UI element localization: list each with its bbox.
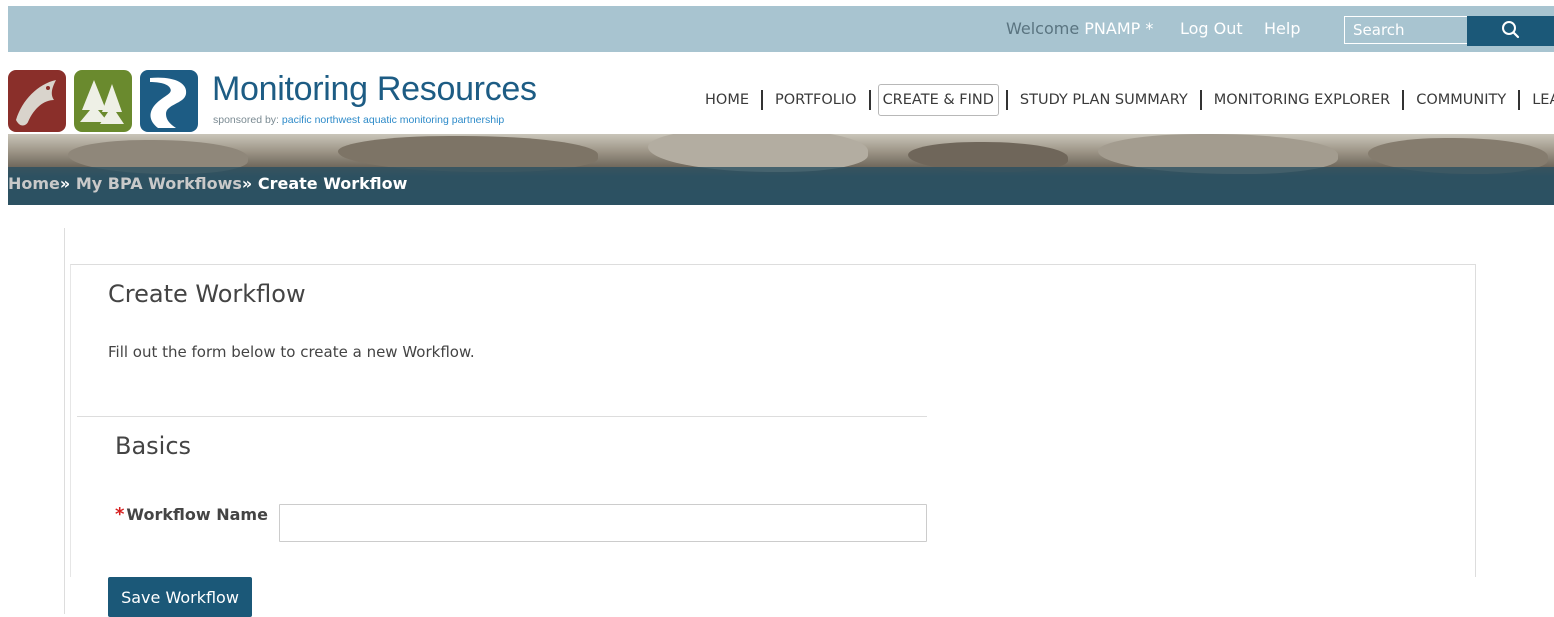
page-intro: Fill out the form below to create a new …: [108, 343, 475, 361]
nav-portfolio[interactable]: PORTFOLIO: [770, 84, 862, 116]
nav-study-plan-summary[interactable]: STUDY PLAN SUMMARY: [1015, 84, 1193, 116]
nav-separator: [1402, 90, 1405, 110]
search-icon: [1502, 21, 1520, 39]
nav-separator: [761, 90, 763, 110]
logout-link[interactable]: Log Out: [1180, 19, 1243, 38]
search-button[interactable]: [1467, 16, 1554, 46]
breadcrumb-home-link[interactable]: Home: [8, 174, 60, 193]
nav-community[interactable]: COMMUNITY: [1411, 84, 1511, 116]
section-divider: [77, 416, 927, 417]
hero-banner: [8, 134, 1554, 205]
nav-separator: [868, 90, 871, 110]
workflow-name-label-text: Workflow Name: [126, 505, 268, 524]
nav-learn[interactable]: LEAR: [1527, 84, 1554, 116]
main-nav: HOME PORTFOLIO CREATE & FIND STUDY PLAN …: [700, 84, 1554, 120]
breadcrumb-workflows-link[interactable]: My BPA Workflows: [76, 174, 242, 193]
nav-separator: [1518, 90, 1521, 110]
sponsor-org-link[interactable]: pacific northwest aquatic monitoring par…: [282, 114, 504, 126]
search-input[interactable]: [1344, 16, 1468, 44]
top-utility-bar: Welcome PNAMP * Log Out Help: [8, 6, 1554, 52]
breadcrumb: Home» My BPA Workflows» Create Workflow: [8, 174, 407, 193]
content-left-rule: [64, 228, 65, 614]
nav-monitoring-explorer[interactable]: MONITORING EXPLORER: [1209, 84, 1396, 116]
breadcrumb-separator: »: [241, 174, 253, 193]
save-workflow-button[interactable]: Save Workflow: [108, 577, 252, 617]
site-sponsor-line: sponsored by: pacific northwest aquatic …: [213, 114, 504, 126]
river-logo-icon: [140, 70, 198, 132]
required-marker: *: [115, 504, 125, 525]
site-title[interactable]: Monitoring Resources: [212, 70, 537, 109]
nav-separator: [1199, 90, 1202, 110]
page-title: Create Workflow: [108, 280, 306, 308]
welcome-text: Welcome: [1006, 19, 1080, 38]
partner-logos[interactable]: [8, 70, 200, 132]
welcome-message: Welcome PNAMP *: [1006, 19, 1153, 38]
fish-logo-icon: [8, 70, 66, 132]
nav-home[interactable]: HOME: [700, 84, 754, 116]
nav-separator: [1005, 90, 1008, 110]
workflow-name-input[interactable]: [279, 504, 927, 542]
section-title-basics: Basics: [115, 432, 192, 460]
breadcrumb-current: Create Workflow: [257, 174, 408, 193]
user-link[interactable]: PNAMP *: [1084, 19, 1153, 38]
help-link[interactable]: Help: [1264, 19, 1300, 38]
workflow-name-label: * Workflow Name: [115, 504, 268, 525]
nav-create-find[interactable]: CREATE & FIND: [877, 84, 999, 116]
sponsored-by-label: sponsored by:: [213, 114, 279, 126]
breadcrumb-separator: »: [59, 174, 71, 193]
tree-logo-icon: [74, 70, 132, 132]
